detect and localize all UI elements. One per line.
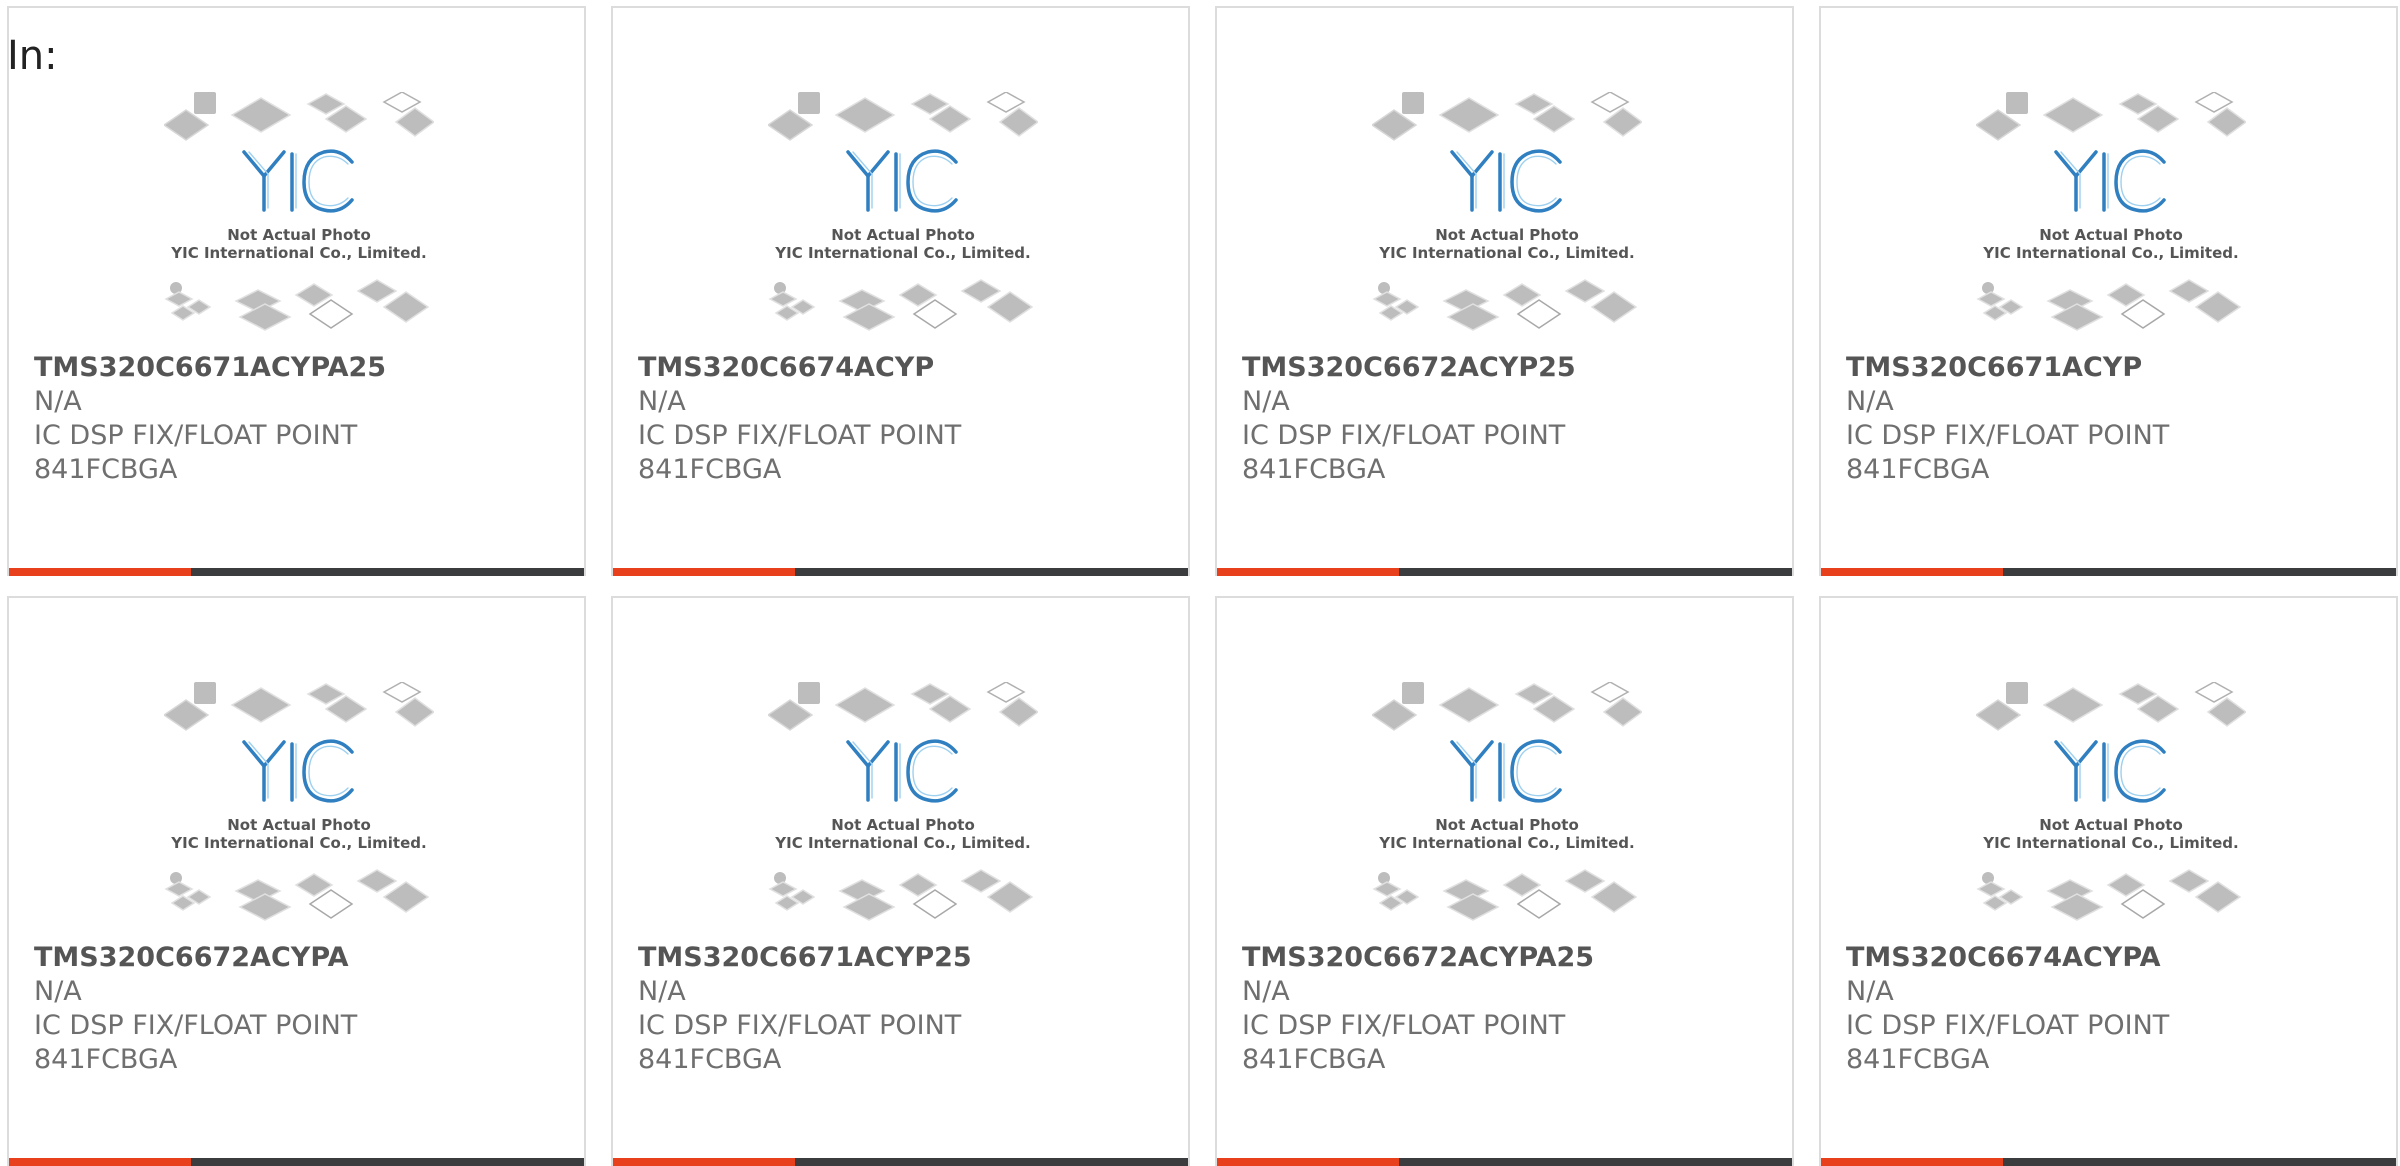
description-line-2: 841FCBGA bbox=[638, 1044, 782, 1075]
manufacturer: N/A bbox=[1846, 386, 1894, 417]
product-info: TMS320C6671ACYP25 N/A IC DSP FIX/FLOAT P… bbox=[638, 941, 1176, 1077]
part-number-link[interactable]: TMS320C6671ACYPA25 bbox=[34, 351, 572, 385]
in-label: In: bbox=[7, 33, 58, 79]
svg-text:YIC International Co., Limited: YIC International Co., Limited. bbox=[1378, 834, 1634, 852]
description-line-1: IC DSP FIX/FLOAT POINT bbox=[1242, 420, 1566, 451]
svg-text:YIC International Co., Limited: YIC International Co., Limited. bbox=[1982, 244, 2238, 262]
manufacturer: N/A bbox=[34, 386, 82, 417]
product-card[interactable]: Not Actual Photo YIC International Co., L… bbox=[611, 596, 1190, 1166]
description-line-1: IC DSP FIX/FLOAT POINT bbox=[1846, 1010, 2170, 1041]
svg-text:Not Actual Photo: Not Actual Photo bbox=[227, 816, 371, 834]
product-info: TMS320C6672ACYP25 N/A IC DSP FIX/FLOAT P… bbox=[1242, 351, 1780, 487]
product-card[interactable]: Not Actual Photo YIC International Co., L… bbox=[1819, 596, 2398, 1166]
svg-text:Not Actual Photo: Not Actual Photo bbox=[831, 816, 975, 834]
part-number-link[interactable]: TMS320C6672ACYPA25 bbox=[1242, 941, 1780, 975]
product-grid: Not Actual Photo YIC International Co., L… bbox=[7, 6, 2400, 1166]
product-info: TMS320C6674ACYP N/A IC DSP FIX/FLOAT POI… bbox=[638, 351, 1176, 487]
description-line-1: IC DSP FIX/FLOAT POINT bbox=[1846, 420, 2170, 451]
product-card[interactable]: Not Actual Photo YIC International Co., L… bbox=[1819, 6, 2398, 576]
product-info: TMS320C6672ACYPA N/A IC DSP FIX/FLOAT PO… bbox=[34, 941, 572, 1077]
not-actual-photo-image: Not Actual Photo YIC International Co., L… bbox=[164, 682, 434, 932]
description-line-2: 841FCBGA bbox=[34, 454, 178, 485]
description-line-2: 841FCBGA bbox=[34, 1044, 178, 1075]
part-number-link[interactable]: TMS320C6672ACYPA bbox=[34, 941, 572, 975]
product-card[interactable]: Not Actual Photo YIC International Co., L… bbox=[1215, 596, 1794, 1166]
svg-text:Not Actual Photo: Not Actual Photo bbox=[2039, 226, 2183, 244]
not-actual-photo-image: Not Actual Photo YIC International Co., L… bbox=[164, 92, 434, 342]
card-accent-bar bbox=[1217, 568, 1399, 576]
svg-text:Not Actual Photo: Not Actual Photo bbox=[1435, 816, 1579, 834]
card-accent-bar bbox=[9, 568, 191, 576]
product-info: TMS320C6674ACYPA N/A IC DSP FIX/FLOAT PO… bbox=[1846, 941, 2384, 1077]
part-number-link[interactable]: TMS320C6674ACYPA bbox=[1846, 941, 2384, 975]
description-line-1: IC DSP FIX/FLOAT POINT bbox=[34, 420, 358, 451]
card-accent-bar bbox=[1217, 1158, 1399, 1166]
description-line-1: IC DSP FIX/FLOAT POINT bbox=[638, 1010, 962, 1041]
svg-text:YIC International Co., Limited: YIC International Co., Limited. bbox=[774, 244, 1030, 262]
card-bottom-bar bbox=[613, 568, 1188, 576]
card-accent-bar bbox=[9, 1158, 191, 1166]
not-actual-photo-image: Not Actual Photo YIC International Co., L… bbox=[768, 92, 1038, 342]
svg-text:YIC International Co., Limited: YIC International Co., Limited. bbox=[170, 834, 426, 852]
description-line-2: 841FCBGA bbox=[1846, 454, 1990, 485]
part-number-link[interactable]: TMS320C6672ACYP25 bbox=[1242, 351, 1780, 385]
manufacturer: N/A bbox=[638, 386, 686, 417]
part-number-link[interactable]: TMS320C6671ACYP bbox=[1846, 351, 2384, 385]
svg-text:YIC International Co., Limited: YIC International Co., Limited. bbox=[1378, 244, 1634, 262]
card-bottom-bar bbox=[1217, 568, 1792, 576]
description-line-2: 841FCBGA bbox=[1846, 1044, 1990, 1075]
description-line-1: IC DSP FIX/FLOAT POINT bbox=[1242, 1010, 1566, 1041]
not-actual-photo-image: Not Actual Photo YIC International Co., L… bbox=[1976, 682, 2246, 932]
not-actual-photo-image: Not Actual Photo YIC International Co., L… bbox=[768, 682, 1038, 932]
product-info: TMS320C6671ACYPA25 N/A IC DSP FIX/FLOAT … bbox=[34, 351, 572, 487]
product-card[interactable]: Not Actual Photo YIC International Co., L… bbox=[7, 6, 586, 576]
card-bottom-bar bbox=[613, 1158, 1188, 1166]
description-line-1: IC DSP FIX/FLOAT POINT bbox=[34, 1010, 358, 1041]
svg-text:Not Actual Photo: Not Actual Photo bbox=[227, 226, 371, 244]
svg-text:Not Actual Photo: Not Actual Photo bbox=[2039, 816, 2183, 834]
product-info: TMS320C6671ACYP N/A IC DSP FIX/FLOAT POI… bbox=[1846, 351, 2384, 487]
product-card[interactable]: Not Actual Photo YIC International Co., L… bbox=[1215, 6, 1794, 576]
card-bottom-bar bbox=[1821, 1158, 2396, 1166]
svg-text:Not Actual Photo: Not Actual Photo bbox=[1435, 226, 1579, 244]
manufacturer: N/A bbox=[1242, 976, 1290, 1007]
manufacturer: N/A bbox=[34, 976, 82, 1007]
svg-text:Not Actual Photo: Not Actual Photo bbox=[831, 226, 975, 244]
svg-text:YIC International Co., Limited: YIC International Co., Limited. bbox=[1982, 834, 2238, 852]
svg-text:YIC International Co., Limited: YIC International Co., Limited. bbox=[170, 244, 426, 262]
card-accent-bar bbox=[613, 568, 795, 576]
product-card[interactable]: Not Actual Photo YIC International Co., L… bbox=[7, 596, 586, 1166]
product-info: TMS320C6672ACYPA25 N/A IC DSP FIX/FLOAT … bbox=[1242, 941, 1780, 1077]
not-actual-photo-image: Not Actual Photo YIC International Co., L… bbox=[1372, 92, 1642, 342]
card-bottom-bar bbox=[9, 1158, 584, 1166]
card-bottom-bar bbox=[9, 568, 584, 576]
svg-text:YIC International Co., Limited: YIC International Co., Limited. bbox=[774, 834, 1030, 852]
description-line-2: 841FCBGA bbox=[638, 454, 782, 485]
description-line-2: 841FCBGA bbox=[1242, 1044, 1386, 1075]
card-accent-bar bbox=[1821, 1158, 2003, 1166]
description-line-2: 841FCBGA bbox=[1242, 454, 1386, 485]
card-accent-bar bbox=[1821, 568, 2003, 576]
not-actual-photo-image: Not Actual Photo YIC International Co., L… bbox=[1372, 682, 1642, 932]
part-number-link[interactable]: TMS320C6671ACYP25 bbox=[638, 941, 1176, 975]
card-bottom-bar bbox=[1821, 568, 2396, 576]
product-card[interactable]: Not Actual Photo YIC International Co., L… bbox=[611, 6, 1190, 576]
card-bottom-bar bbox=[1217, 1158, 1792, 1166]
description-line-1: IC DSP FIX/FLOAT POINT bbox=[638, 420, 962, 451]
part-number-link[interactable]: TMS320C6674ACYP bbox=[638, 351, 1176, 385]
card-accent-bar bbox=[613, 1158, 795, 1166]
manufacturer: N/A bbox=[1242, 386, 1290, 417]
manufacturer: N/A bbox=[1846, 976, 1894, 1007]
not-actual-photo-image: Not Actual Photo YIC International Co., L… bbox=[1976, 92, 2246, 342]
manufacturer: N/A bbox=[638, 976, 686, 1007]
